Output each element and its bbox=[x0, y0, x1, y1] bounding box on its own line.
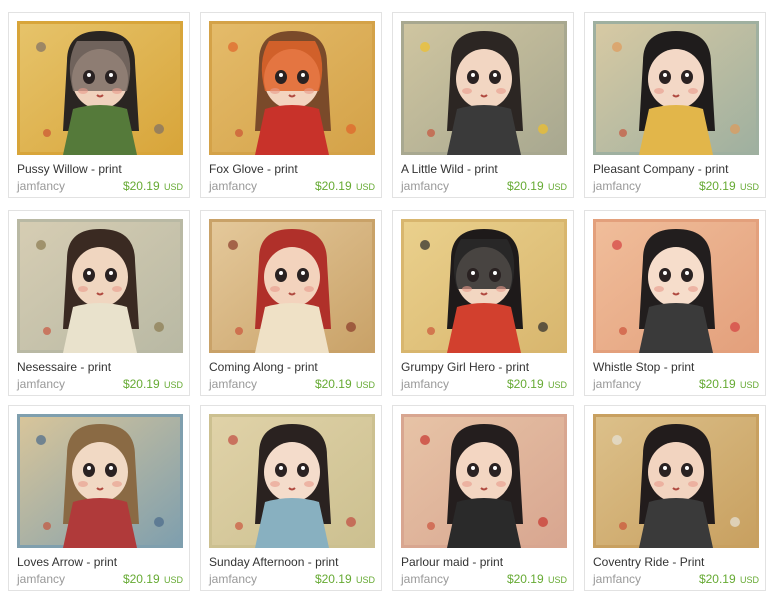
listing-title[interactable]: Coventry Ride - Print bbox=[593, 555, 759, 569]
listing-price: $20.19 USD bbox=[699, 572, 759, 586]
listing-price: $20.19 USD bbox=[315, 179, 375, 193]
listing-title[interactable]: Pussy Willow - print bbox=[17, 162, 183, 176]
shop-name-link[interactable]: jamfancy bbox=[17, 377, 65, 391]
listing-thumbnail[interactable] bbox=[593, 219, 759, 353]
listing-thumbnail[interactable] bbox=[209, 414, 375, 548]
listing-card[interactable]: Pleasant Company - print jamfancy $20.19… bbox=[584, 12, 766, 198]
listing-title[interactable]: A Little Wild - print bbox=[401, 162, 567, 176]
listing-price: $20.19 USD bbox=[123, 572, 183, 586]
listing-card[interactable]: Sunday Afternoon - print jamfancy $20.19… bbox=[200, 405, 382, 591]
price-currency: USD bbox=[355, 182, 375, 192]
shop-name-link[interactable]: jamfancy bbox=[17, 572, 65, 586]
listing-card[interactable]: Parlour maid - print jamfancy $20.19 USD bbox=[392, 405, 574, 591]
listing-thumbnail[interactable] bbox=[17, 414, 183, 548]
listing-price: $20.19 USD bbox=[315, 572, 375, 586]
listing-price: $20.19 USD bbox=[123, 179, 183, 193]
listing-thumbnail[interactable] bbox=[17, 21, 183, 155]
price-currency: USD bbox=[163, 380, 183, 390]
price-currency: USD bbox=[355, 575, 375, 585]
listing-thumbnail[interactable] bbox=[209, 21, 375, 155]
listing-price: $20.19 USD bbox=[699, 179, 759, 193]
listing-price: $20.19 USD bbox=[315, 377, 375, 391]
listing-thumbnail[interactable] bbox=[401, 219, 567, 353]
price-amount: $20.19 bbox=[314, 377, 352, 391]
shop-name-link[interactable]: jamfancy bbox=[209, 572, 257, 586]
price-amount: $20.19 bbox=[698, 377, 736, 391]
shop-name-link[interactable]: jamfancy bbox=[401, 572, 449, 586]
listing-thumbnail[interactable] bbox=[401, 414, 567, 548]
price-amount: $20.19 bbox=[506, 572, 544, 586]
listing-price: $20.19 USD bbox=[507, 179, 567, 193]
price-currency: USD bbox=[163, 575, 183, 585]
listing-title[interactable]: Whistle Stop - print bbox=[593, 360, 759, 374]
listing-thumbnail[interactable] bbox=[593, 414, 759, 548]
price-amount: $20.19 bbox=[506, 377, 544, 391]
listing-card[interactable]: A Little Wild - print jamfancy $20.19 US… bbox=[392, 12, 574, 198]
listing-title[interactable]: Parlour maid - print bbox=[401, 555, 567, 569]
listing-title[interactable]: Sunday Afternoon - print bbox=[209, 555, 375, 569]
shop-name-link[interactable]: jamfancy bbox=[401, 377, 449, 391]
price-currency: USD bbox=[739, 380, 759, 390]
listing-title[interactable]: Nesessaire - print bbox=[17, 360, 183, 374]
listing-thumbnail[interactable] bbox=[17, 219, 183, 353]
listing-thumbnail[interactable] bbox=[593, 21, 759, 155]
shop-name-link[interactable]: jamfancy bbox=[209, 179, 257, 193]
price-amount: $20.19 bbox=[506, 179, 544, 193]
listing-thumbnail[interactable] bbox=[401, 21, 567, 155]
listing-title[interactable]: Coming Along - print bbox=[209, 360, 375, 374]
listing-price: $20.19 USD bbox=[699, 377, 759, 391]
listing-card[interactable]: Whistle Stop - print jamfancy $20.19 USD bbox=[584, 210, 766, 396]
listing-card[interactable]: Loves Arrow - print jamfancy $20.19 USD bbox=[8, 405, 190, 591]
shop-name-link[interactable]: jamfancy bbox=[593, 572, 641, 586]
listing-card[interactable]: Coming Along - print jamfancy $20.19 USD bbox=[200, 210, 382, 396]
price-amount: $20.19 bbox=[698, 179, 736, 193]
price-amount: $20.19 bbox=[122, 179, 160, 193]
price-currency: USD bbox=[547, 575, 567, 585]
listing-card[interactable]: Nesessaire - print jamfancy $20.19 USD bbox=[8, 210, 190, 396]
listing-price: $20.19 USD bbox=[123, 377, 183, 391]
price-amount: $20.19 bbox=[314, 572, 352, 586]
shop-name-link[interactable]: jamfancy bbox=[401, 179, 449, 193]
listing-title[interactable]: Fox Glove - print bbox=[209, 162, 375, 176]
price-currency: USD bbox=[739, 575, 759, 585]
shop-name-link[interactable]: jamfancy bbox=[593, 377, 641, 391]
listing-title[interactable]: Grumpy Girl Hero - print bbox=[401, 360, 567, 374]
listing-card[interactable]: Pussy Willow - print jamfancy $20.19 USD bbox=[8, 12, 190, 198]
price-currency: USD bbox=[739, 182, 759, 192]
shop-name-link[interactable]: jamfancy bbox=[209, 377, 257, 391]
price-amount: $20.19 bbox=[122, 572, 160, 586]
listing-card[interactable]: Coventry Ride - Print jamfancy $20.19 US… bbox=[584, 405, 766, 591]
listing-price: $20.19 USD bbox=[507, 572, 567, 586]
listing-card[interactable]: Grumpy Girl Hero - print jamfancy $20.19… bbox=[392, 210, 574, 396]
listing-price: $20.19 USD bbox=[507, 377, 567, 391]
shop-name-link[interactable]: jamfancy bbox=[17, 179, 65, 193]
listing-card[interactable]: Fox Glove - print jamfancy $20.19 USD bbox=[200, 12, 382, 198]
shop-name-link[interactable]: jamfancy bbox=[593, 179, 641, 193]
price-amount: $20.19 bbox=[122, 377, 160, 391]
listing-thumbnail[interactable] bbox=[209, 219, 375, 353]
listing-title[interactable]: Loves Arrow - print bbox=[17, 555, 183, 569]
price-amount: $20.19 bbox=[698, 572, 736, 586]
price-currency: USD bbox=[163, 182, 183, 192]
price-currency: USD bbox=[355, 380, 375, 390]
price-currency: USD bbox=[547, 380, 567, 390]
price-currency: USD bbox=[547, 182, 567, 192]
listing-title[interactable]: Pleasant Company - print bbox=[593, 162, 759, 176]
price-amount: $20.19 bbox=[314, 179, 352, 193]
